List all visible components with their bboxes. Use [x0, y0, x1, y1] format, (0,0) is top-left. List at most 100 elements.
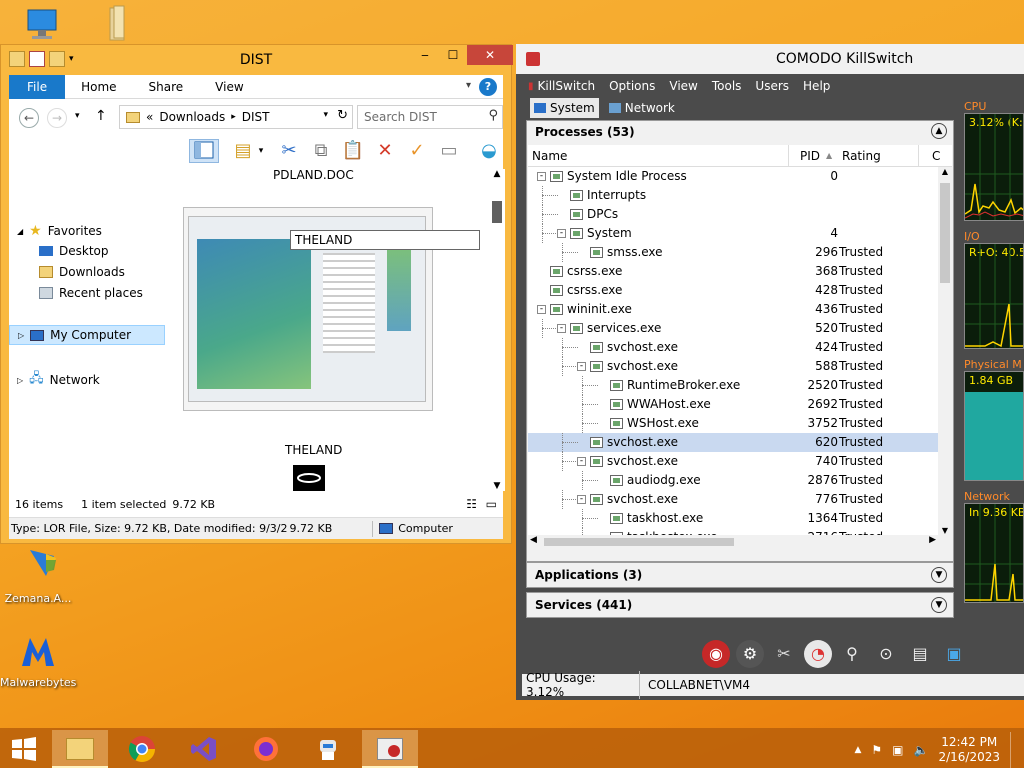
menu-options[interactable]: Options: [609, 79, 655, 93]
process-row[interactable]: smss.exe 296 Trusted: [528, 243, 938, 262]
desktop-icon-malwarebytes[interactable]: Malwarebytes: [0, 630, 76, 689]
process-row[interactable]: - System Idle Process 0: [528, 167, 938, 186]
scroll-thumb[interactable]: [940, 183, 950, 283]
cpu-graph[interactable]: CPU 3.12% (K:: [964, 100, 1024, 221]
process-row[interactable]: - wininit.exe 436 Trusted: [528, 300, 938, 319]
find-icon[interactable]: ⚲: [838, 640, 866, 668]
processes-header[interactable]: Processes (53) ▲: [527, 121, 953, 143]
show-desktop-button[interactable]: [1010, 732, 1016, 768]
search-icon[interactable]: ⚲: [488, 108, 498, 123]
process-row[interactable]: - svchost.exe 776 Trusted: [528, 490, 938, 509]
refresh-icon[interactable]: ↻: [337, 108, 348, 123]
rename-input[interactable]: THELAND: [290, 230, 480, 250]
nav-network[interactable]: ▷ 🖧 Network: [17, 369, 100, 391]
start-button[interactable]: [0, 730, 48, 768]
shell-icon[interactable]: ◒: [477, 139, 501, 163]
process-row[interactable]: svchost.exe 620 Trusted: [528, 433, 938, 452]
scroll-right-icon[interactable]: ▶: [929, 535, 936, 545]
cut-icon[interactable]: ✂: [277, 139, 301, 163]
address-bar[interactable]: « Downloads ▸ DIST ▾ ↻: [119, 105, 353, 129]
vertical-scrollbar[interactable]: ▲ ▼: [489, 169, 505, 491]
desktop-icon-zemana[interactable]: Zemana.A...: [0, 546, 76, 605]
memory-graph[interactable]: Physical M 1.84 GB: [964, 358, 1024, 481]
up-button[interactable]: ↑: [95, 108, 107, 124]
io-graph[interactable]: I/O R+O: 40.5: [964, 230, 1024, 349]
process-row[interactable]: csrss.exe 368 Trusted: [528, 262, 938, 281]
repair-icon[interactable]: ⚙: [736, 640, 764, 668]
show-hidden-icons[interactable]: ▲: [854, 745, 861, 755]
close-button[interactable]: ✕: [467, 45, 513, 65]
chevron-down-icon[interactable]: ▾: [255, 139, 267, 163]
folder-options-icon[interactable]: ▤: [231, 139, 255, 163]
process-row[interactable]: DPCs: [528, 205, 938, 224]
scroll-up-icon[interactable]: ▲: [938, 167, 952, 176]
pie-chart-icon[interactable]: ◔: [804, 640, 832, 668]
menu-users[interactable]: Users: [755, 79, 789, 93]
collapse-node-icon[interactable]: -: [577, 457, 586, 466]
process-row[interactable]: - svchost.exe 740 Trusted: [528, 452, 938, 471]
tab-share[interactable]: Share: [133, 75, 200, 99]
services-panel[interactable]: Services (441) ▼: [526, 592, 954, 618]
file-label-theland[interactable]: THELAND: [285, 443, 342, 457]
forward-button[interactable]: →: [47, 108, 67, 128]
rename-icon[interactable]: ▭: [437, 139, 461, 163]
menu-view[interactable]: View: [669, 79, 697, 93]
collapse-node-icon[interactable]: -: [557, 324, 566, 333]
nav-desktop[interactable]: Desktop: [39, 244, 109, 258]
nav-favorites[interactable]: ◢ ★ Favorites: [17, 223, 102, 239]
scroll-left-icon[interactable]: ◀: [530, 535, 537, 545]
address-part-dist[interactable]: DIST: [242, 110, 270, 124]
expand-icon[interactable]: ▼: [931, 597, 947, 613]
details-view-icon[interactable]: ☷: [466, 497, 477, 511]
expand-ribbon-icon[interactable]: ▾: [466, 80, 471, 91]
process-row[interactable]: WSHost.exe 3752 Trusted: [528, 414, 938, 433]
killswitch-app-icon[interactable]: [526, 52, 540, 66]
process-row[interactable]: audiodg.exe 2876 Trusted: [528, 471, 938, 490]
process-row[interactable]: - svchost.exe 588 Trusted: [528, 357, 938, 376]
process-row[interactable]: csrss.exe 428 Trusted: [528, 281, 938, 300]
network-graph[interactable]: Network In 9.36 KB: [964, 490, 1024, 603]
column-rating[interactable]: Rating: [842, 149, 881, 163]
paste-icon[interactable]: 📋: [341, 139, 365, 163]
large-icons-view-icon[interactable]: ▭: [486, 497, 497, 511]
taskbar-killswitch[interactable]: [362, 730, 418, 768]
killswitch-icon[interactable]: ◉: [702, 640, 730, 668]
tools-icon[interactable]: ✂: [770, 640, 798, 668]
file-content-pane[interactable]: PDLAND.DOC THELAND THELAND: [169, 169, 489, 491]
process-row[interactable]: RuntimeBroker.exe 2520 Trusted: [528, 376, 938, 395]
services-header[interactable]: Services (441) ▼: [527, 593, 953, 617]
nav-recent-places[interactable]: Recent places: [39, 286, 143, 300]
tab-file[interactable]: File: [9, 74, 66, 99]
taskbar-file-explorer[interactable]: [52, 730, 108, 768]
lor-file-icon[interactable]: [293, 465, 325, 491]
scroll-thumb[interactable]: [492, 201, 502, 223]
expand-icon[interactable]: ▼: [931, 567, 947, 583]
taskbar-robot-app[interactable]: [300, 730, 356, 768]
chevron-down-icon[interactable]: ▾: [323, 110, 328, 120]
address-part-downloads[interactable]: Downloads: [159, 110, 225, 124]
nav-my-computer[interactable]: ▷ My Computer: [9, 325, 165, 345]
scroll-thumb[interactable]: [544, 538, 734, 546]
tab-network[interactable]: Network: [605, 98, 679, 118]
collapse-node-icon[interactable]: -: [577, 495, 586, 504]
delete-icon[interactable]: ✕: [373, 139, 397, 163]
applications-panel[interactable]: Applications (3) ▼: [526, 562, 954, 588]
checkmark-icon[interactable]: ✓: [405, 139, 429, 163]
expand-arrow-icon[interactable]: ▷: [18, 331, 24, 340]
tab-system[interactable]: System: [530, 98, 599, 118]
menu-killswitch[interactable]: KillSwitch: [538, 79, 596, 93]
process-row[interactable]: Interrupts: [528, 186, 938, 205]
volume-icon[interactable]: 🔈: [914, 743, 929, 757]
process-vertical-scrollbar[interactable]: ▲ ▼: [938, 167, 952, 535]
collapse-node-icon[interactable]: -: [577, 362, 586, 371]
back-button[interactable]: ←: [19, 108, 39, 128]
maximize-button[interactable]: ☐: [439, 45, 467, 65]
recent-locations-icon[interactable]: ▾: [75, 111, 80, 121]
collapse-node-icon[interactable]: -: [537, 305, 546, 314]
monitor-icon[interactable]: ▣: [940, 640, 968, 668]
process-row[interactable]: - System 4: [528, 224, 938, 243]
scroll-up-icon[interactable]: ▲: [489, 169, 505, 179]
search-input[interactable]: Search DIST ⚲: [357, 105, 503, 129]
column-pid[interactable]: PID: [800, 149, 820, 163]
help-icon[interactable]: ?: [479, 78, 497, 96]
